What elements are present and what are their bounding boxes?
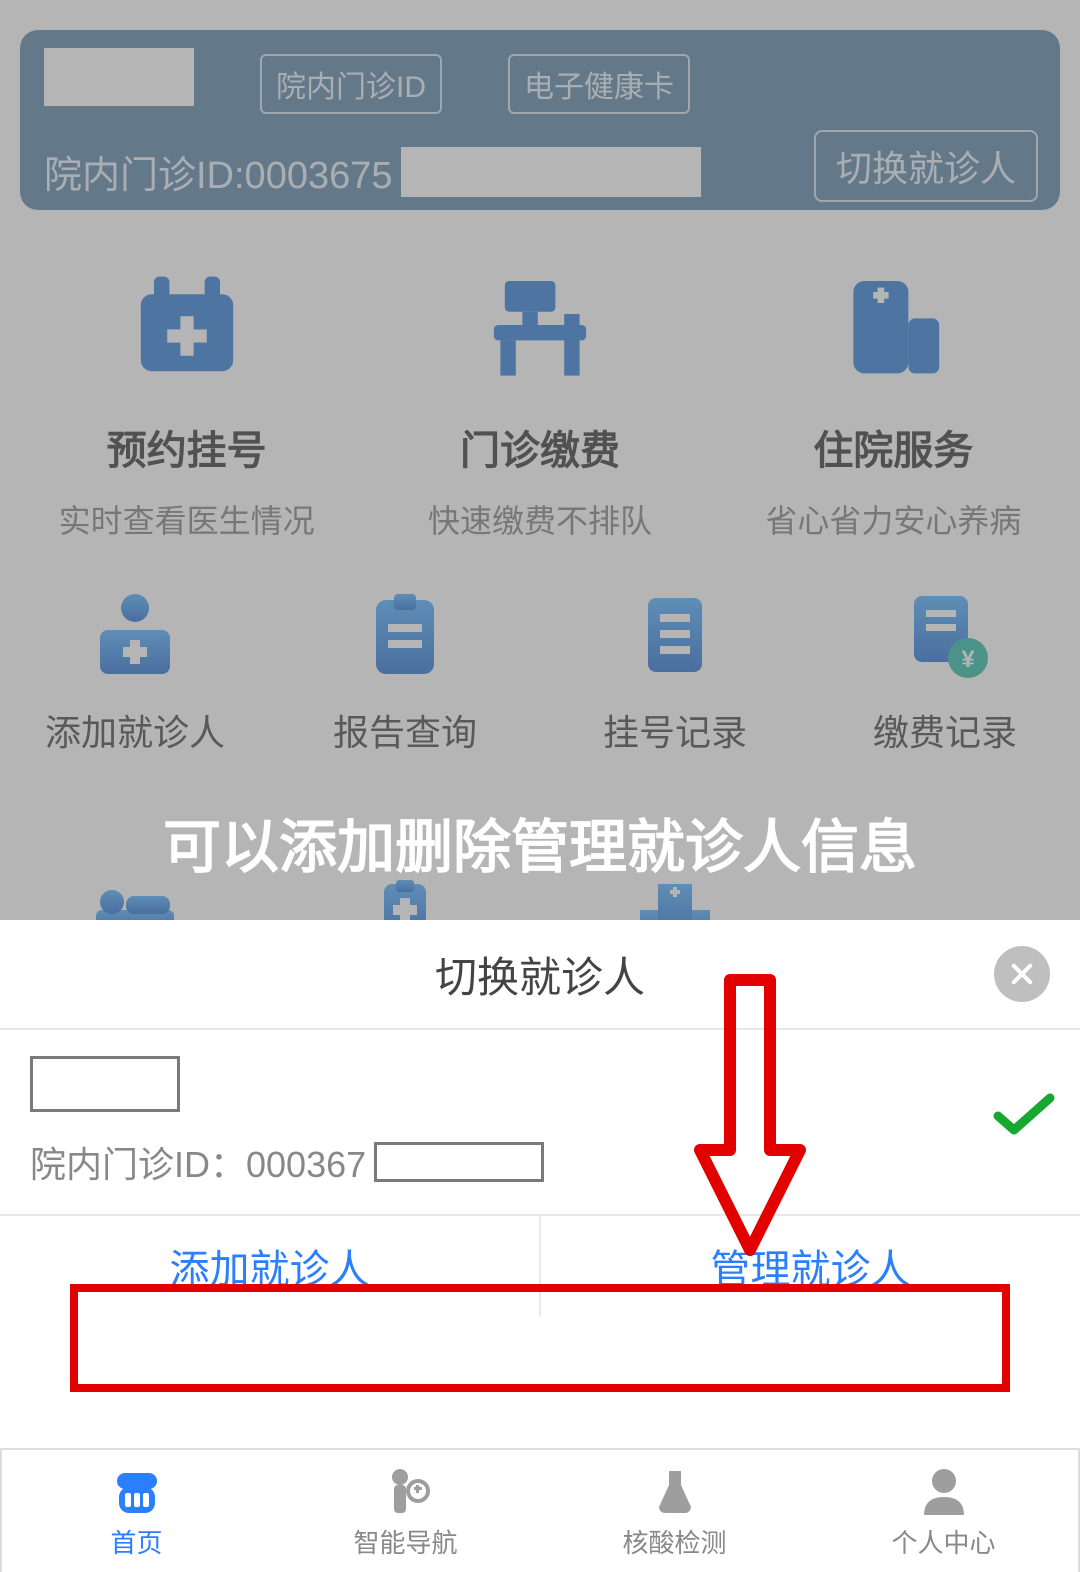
grid-row: 添加就诊人 报告查询 挂号记录 ¥ 缴费记录 xyxy=(0,590,1080,756)
tab-label: 首页 xyxy=(110,1523,162,1560)
tab-label: 核酸检测 xyxy=(622,1523,726,1560)
service-title: 预约挂号 xyxy=(10,418,363,476)
patient-entry[interactable]: 院内门诊ID：000367 xyxy=(0,1030,1080,1216)
tab-navigation[interactable]: 智能导航 xyxy=(271,1450,540,1572)
tab-label: 个人中心 xyxy=(891,1523,995,1560)
service-row: 预约挂号 实时查看医生情况 门诊缴费 快速缴费不排队 住院服务 省心省力安心养病 xyxy=(0,270,1080,542)
tab-profile[interactable]: 个人中心 xyxy=(809,1450,1078,1572)
entry-id-label: 院内门诊ID：000367 xyxy=(30,1136,366,1188)
service-inpatient[interactable]: 住院服务 省心省力安心养病 xyxy=(717,270,1070,542)
grid-title: 添加就诊人 xyxy=(0,704,270,756)
service-payment[interactable]: 门诊缴费 快速缴费不排队 xyxy=(363,270,716,542)
health-card-tag[interactable]: 电子健康卡 xyxy=(508,54,690,114)
patient-name-masked xyxy=(44,48,194,106)
sheet-actions: 添加就诊人 管理就诊人 xyxy=(0,1216,1080,1316)
grid-register-records[interactable]: 挂号记录 xyxy=(540,590,810,756)
grid-title: 挂号记录 xyxy=(540,704,810,756)
guide-icon xyxy=(378,1463,434,1519)
service-title: 门诊缴费 xyxy=(363,418,716,476)
home-icon xyxy=(109,1463,165,1519)
hospital-id-tag[interactable]: 院内门诊ID xyxy=(260,54,442,114)
document-list-icon xyxy=(630,590,720,680)
patient-card: 院内门诊ID 电子健康卡 院内门诊ID:0003675 切换就诊人 xyxy=(20,30,1060,210)
add-patient-icon xyxy=(90,590,180,680)
add-patient-button[interactable]: 添加就诊人 xyxy=(0,1216,539,1316)
sheet-title: 切换就诊人 xyxy=(435,944,645,1005)
switch-patient-button[interactable]: 切换就诊人 xyxy=(814,130,1038,202)
tab-home[interactable]: 首页 xyxy=(2,1450,271,1572)
flask-icon xyxy=(647,1463,703,1519)
switch-patient-sheet: 切换就诊人 院内门诊ID：000367 添加就诊人 管理就诊人 xyxy=(0,920,1080,1448)
entry-name-masked xyxy=(30,1056,180,1112)
hospital-building-icon xyxy=(838,270,948,380)
patient-id-masked xyxy=(401,147,701,197)
patient-id-label: 院内门诊ID:0003675 xyxy=(44,144,393,199)
tab-nucleic-test[interactable]: 核酸检测 xyxy=(540,1450,809,1572)
overlay-hint-text: 可以添加删除管理就诊人信息 xyxy=(0,800,1080,884)
service-appointment[interactable]: 预约挂号 实时查看医生情况 xyxy=(10,270,363,542)
entry-id-masked xyxy=(374,1142,544,1182)
receipt-money-icon: ¥ xyxy=(900,590,990,680)
check-icon xyxy=(992,1090,1056,1140)
calendar-plus-icon xyxy=(132,270,242,380)
tab-label: 智能导航 xyxy=(353,1523,457,1560)
sheet-header: 切换就诊人 xyxy=(0,920,1080,1030)
grid-report-query[interactable]: 报告查询 xyxy=(270,590,540,756)
service-sub: 快速缴费不排队 xyxy=(363,496,716,542)
grid-title: 报告查询 xyxy=(270,704,540,756)
service-sub: 省心省力安心养病 xyxy=(717,496,1070,542)
clipboard-icon xyxy=(360,590,450,680)
desk-icon xyxy=(485,270,595,380)
service-title: 住院服务 xyxy=(717,418,1070,476)
grid-payment-records[interactable]: ¥ 缴费记录 xyxy=(810,590,1080,756)
grid-title: 缴费记录 xyxy=(810,704,1080,756)
svg-text:¥: ¥ xyxy=(961,646,975,673)
service-sub: 实时查看医生情况 xyxy=(10,496,363,542)
tab-bar: 首页 智能导航 核酸检测 个人中心 xyxy=(0,1448,1080,1572)
grid-add-patient[interactable]: 添加就诊人 xyxy=(0,590,270,756)
close-button[interactable] xyxy=(994,946,1050,1002)
manage-patient-button[interactable]: 管理就诊人 xyxy=(539,1216,1080,1316)
user-icon xyxy=(916,1463,972,1519)
close-icon xyxy=(1008,960,1036,988)
